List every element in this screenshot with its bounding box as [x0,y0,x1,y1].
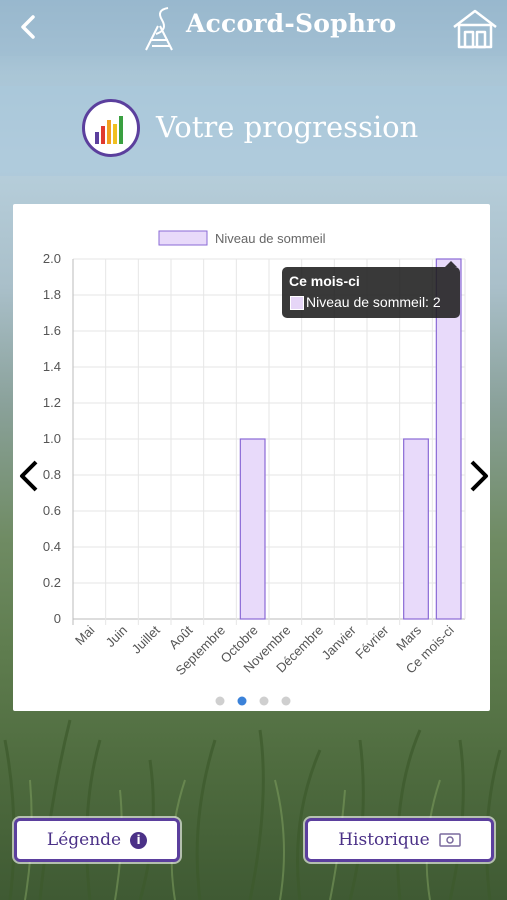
y-tick-label: 0.6 [43,503,61,518]
tooltip-text: Niveau de sommeil: 2 [306,294,441,310]
x-tick-label: Mai [72,622,97,647]
chevron-left-icon [21,15,35,39]
x-tick-label: Juin [103,623,130,650]
y-tick-label: 2.0 [43,251,61,266]
y-tick-label: 1.2 [43,395,61,410]
page-title: Votre progression [156,110,419,144]
history-button[interactable]: Historique [305,818,494,862]
chevron-left-icon [20,460,38,492]
y-tick-label: 1.4 [43,359,61,374]
info-icon: i [130,831,148,849]
y-tick-label: 0.4 [43,539,61,554]
y-tick-label: 0 [54,611,61,626]
money-icon [439,833,461,847]
app-title: Accord-Sophro [186,9,397,38]
y-tick-label: 1.8 [43,287,61,302]
sophro-logo-icon [145,7,173,51]
chevron-right-icon [470,460,488,492]
home-icon [453,9,497,49]
home-button[interactable] [450,8,500,50]
x-tick-label: Février [352,622,392,662]
tooltip-title: Ce mois-ci [289,273,360,289]
page-indicator-dot [281,696,291,706]
y-tick-label: 0.2 [43,575,61,590]
legend-button-label: Légende [46,830,122,850]
legend-swatch [158,230,208,246]
legend-button[interactable]: Légende i [14,818,180,862]
page-indicator-dot [215,696,225,706]
prev-chart-button[interactable] [14,456,44,496]
back-button[interactable] [12,10,46,44]
page-indicator-dot [259,696,269,706]
tooltip-swatch [290,296,304,310]
chart-bar [403,438,429,620]
history-button-label: Historique [338,830,430,850]
page-indicator-dot [237,696,247,706]
next-chart-button[interactable] [464,456,494,496]
bar-chart-icon [82,99,140,157]
y-tick-label: 1.6 [43,323,61,338]
legend-label: Niveau de sommeil [215,231,326,246]
y-tick-label: 0.8 [43,467,61,482]
chart-bar [239,438,266,620]
y-tick-label: 1.0 [43,431,61,446]
x-tick-label: Juillet [129,622,163,656]
x-tick-label: Janvier [319,622,360,663]
chart-tooltip: Ce mois-ci Niveau de sommeil: 2 [282,267,460,318]
app-header: Accord-Sophro [0,0,507,56]
